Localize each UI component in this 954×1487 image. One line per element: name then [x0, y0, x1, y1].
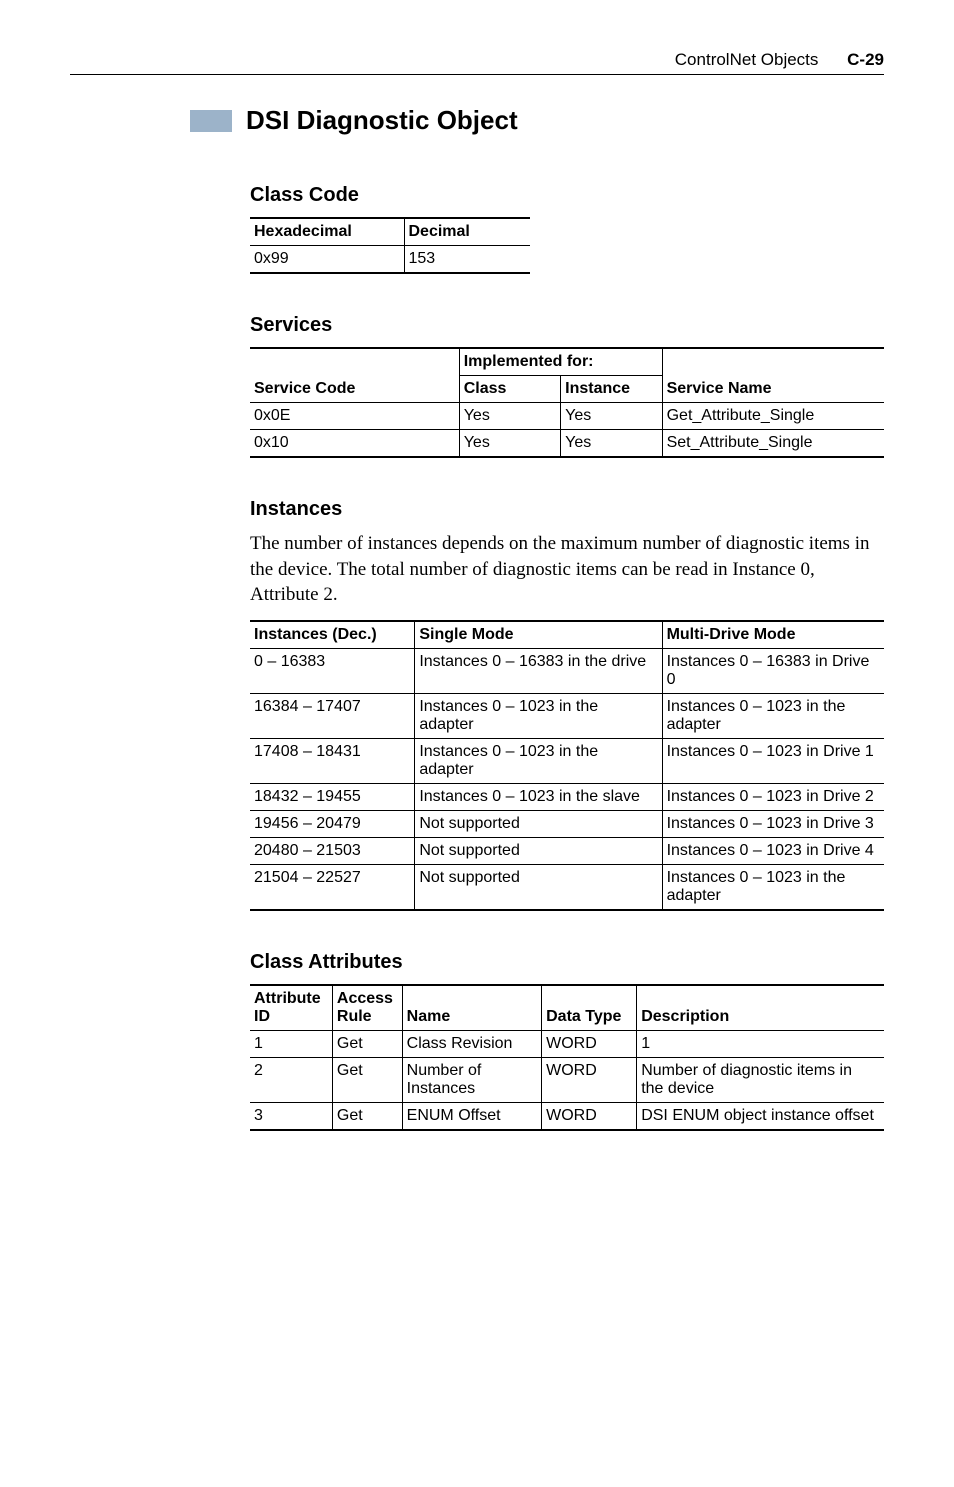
- header-section: ControlNet Objects: [675, 50, 819, 69]
- cell: Yes: [561, 430, 662, 458]
- table-row: 20480 – 21503Not supportedInstances 0 – …: [250, 837, 884, 864]
- cell: Number of Instances: [402, 1057, 541, 1102]
- col-class: Class: [459, 376, 560, 403]
- cell: Set_Attribute_Single: [662, 430, 884, 458]
- col-service-code: Service Code: [250, 376, 459, 403]
- cell: 20480 – 21503: [250, 837, 415, 864]
- cell: WORD: [542, 1057, 637, 1102]
- cell: 18432 – 19455: [250, 783, 415, 810]
- instances-heading: Instances: [250, 498, 884, 521]
- cell-hex: 0x99: [250, 246, 404, 274]
- col-service-name: Service Name: [662, 376, 884, 403]
- blank-header: [662, 348, 884, 376]
- label: ID: [254, 1008, 270, 1025]
- blank-header: [250, 348, 459, 376]
- col-decimal: Decimal: [404, 218, 530, 246]
- col-hexadecimal: Hexadecimal: [250, 218, 404, 246]
- cell: Instances 0 – 1023 in Drive 2: [662, 783, 884, 810]
- table-row: 18432 – 19455Instances 0 – 1023 in the s…: [250, 783, 884, 810]
- class-attributes-section: Class Attributes AttributeID AccessRule …: [250, 951, 884, 1131]
- title-accent-bar: [190, 110, 232, 132]
- cell: Yes: [459, 403, 560, 430]
- table-row: 3 Get ENUM Offset WORD DSI ENUM object i…: [250, 1102, 884, 1130]
- cell: Get_Attribute_Single: [662, 403, 884, 430]
- col-access-rule: AccessRule: [332, 985, 402, 1031]
- col-instances-dec: Instances (Dec.): [250, 621, 415, 649]
- table-row: 0x0E Yes Yes Get_Attribute_Single: [250, 403, 884, 430]
- cell: 1: [637, 1030, 884, 1057]
- table-row: 19456 – 20479Not supportedInstances 0 – …: [250, 810, 884, 837]
- class-code-section: Class Code Hexadecimal Decimal 0x99 153: [250, 184, 884, 274]
- services-heading: Services: [250, 314, 884, 337]
- cell: Yes: [459, 430, 560, 458]
- title-row: DSI Diagnostic Object: [190, 105, 884, 136]
- cell-dec: 153: [404, 246, 530, 274]
- instances-table: Instances (Dec.) Single Mode Multi-Drive…: [250, 620, 884, 911]
- table-row: 0 – 16383Instances 0 – 16383 in the driv…: [250, 648, 884, 693]
- instances-section: Instances The number of instances depend…: [250, 498, 884, 911]
- col-instance: Instance: [561, 376, 662, 403]
- col-description: Description: [637, 985, 884, 1031]
- cell: 2: [250, 1057, 332, 1102]
- class-attributes-heading: Class Attributes: [250, 951, 884, 974]
- cell: WORD: [542, 1030, 637, 1057]
- cell: Instances 0 – 1023 in the adapter: [415, 738, 662, 783]
- col-implemented-for: Implemented for:: [459, 348, 662, 376]
- cell: 3: [250, 1102, 332, 1130]
- label: Rule: [337, 1008, 372, 1025]
- cell: Class Revision: [402, 1030, 541, 1057]
- page-title: DSI Diagnostic Object: [246, 105, 518, 136]
- cell: Instances 0 – 16383 in the drive: [415, 648, 662, 693]
- table-row: 1 Get Class Revision WORD 1: [250, 1030, 884, 1057]
- cell: Not supported: [415, 810, 662, 837]
- table-row: 0x99 153: [250, 246, 530, 274]
- cell: 0x0E: [250, 403, 459, 430]
- col-attribute-id: AttributeID: [250, 985, 332, 1031]
- cell: Get: [332, 1030, 402, 1057]
- label: Attribute: [254, 990, 321, 1007]
- cell: WORD: [542, 1102, 637, 1130]
- cell: Instances 0 – 1023 in the slave: [415, 783, 662, 810]
- cell: 0 – 16383: [250, 648, 415, 693]
- col-single-mode: Single Mode: [415, 621, 662, 649]
- cell: Instances 0 – 1023 in Drive 3: [662, 810, 884, 837]
- table-row: 16384 – 17407Instances 0 – 1023 in the a…: [250, 693, 884, 738]
- class-code-heading: Class Code: [250, 184, 884, 207]
- cell: ENUM Offset: [402, 1102, 541, 1130]
- table-row: 17408 – 18431Instances 0 – 1023 in the a…: [250, 738, 884, 783]
- cell: DSI ENUM object instance offset: [637, 1102, 884, 1130]
- cell: 21504 – 22527: [250, 864, 415, 910]
- col-multi-drive-mode: Multi-Drive Mode: [662, 621, 884, 649]
- class-attributes-table: AttributeID AccessRule Name Data Type De…: [250, 984, 884, 1131]
- cell: Not supported: [415, 837, 662, 864]
- cell: Yes: [561, 403, 662, 430]
- cell: 16384 – 17407: [250, 693, 415, 738]
- col-name: Name: [402, 985, 541, 1031]
- cell: Number of diagnostic items in the device: [637, 1057, 884, 1102]
- cell: Instances 0 – 1023 in Drive 1: [662, 738, 884, 783]
- instances-paragraph: The number of instances depends on the m…: [250, 531, 884, 608]
- cell: Instances 0 – 1023 in the adapter: [662, 864, 884, 910]
- table-row: 0x10 Yes Yes Set_Attribute_Single: [250, 430, 884, 458]
- cell: Not supported: [415, 864, 662, 910]
- services-table: Implemented for: Service Code Class Inst…: [250, 347, 884, 458]
- cell: Instances 0 – 1023 in the adapter: [662, 693, 884, 738]
- page-header: ControlNet Objects C-29: [70, 50, 884, 75]
- cell: 1: [250, 1030, 332, 1057]
- cell: Instances 0 – 1023 in the adapter: [415, 693, 662, 738]
- header-page-number: C-29: [847, 50, 884, 69]
- cell: 19456 – 20479: [250, 810, 415, 837]
- cell: Get: [332, 1057, 402, 1102]
- services-section: Services Implemented for: Service Code C…: [250, 314, 884, 458]
- table-row: 21504 – 22527Not supportedInstances 0 – …: [250, 864, 884, 910]
- cell: 17408 – 18431: [250, 738, 415, 783]
- class-code-table: Hexadecimal Decimal 0x99 153: [250, 217, 530, 274]
- cell: Instances 0 – 16383 in Drive 0: [662, 648, 884, 693]
- cell: 0x10: [250, 430, 459, 458]
- cell: Instances 0 – 1023 in Drive 4: [662, 837, 884, 864]
- label: Access: [337, 990, 393, 1007]
- cell: Get: [332, 1102, 402, 1130]
- col-data-type: Data Type: [542, 985, 637, 1031]
- table-row: 2 Get Number of Instances WORD Number of…: [250, 1057, 884, 1102]
